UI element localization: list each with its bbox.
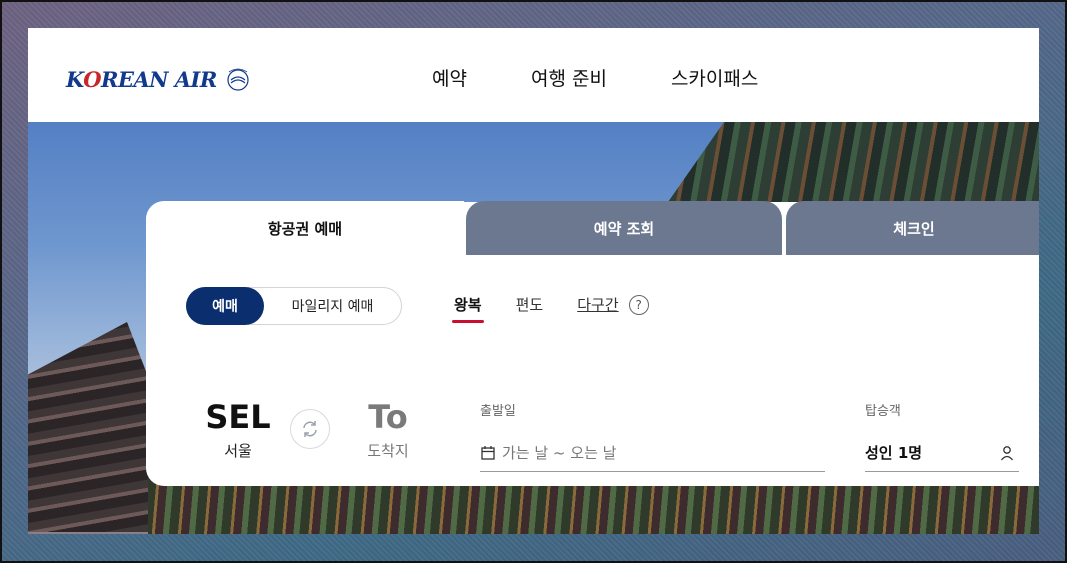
calendar-icon (481, 445, 495, 460)
tab-reservation-lookup[interactable]: 예약 조회 (466, 201, 782, 255)
origin-code: SEL (205, 398, 271, 436)
origin-city: 서울 (224, 442, 252, 460)
booking-widget: 항공권 예매 예약 조회 체크인 예매 마일리지 예매 왕복 편도 다구간 ? … (146, 201, 1039, 486)
trip-type-multi[interactable]: 다구간 (577, 294, 618, 315)
tab-book-flight[interactable]: 항공권 예매 (146, 201, 464, 255)
skyteam-icon (227, 68, 249, 91)
help-icon[interactable]: ? (628, 294, 649, 315)
trip-type-oneway[interactable]: 편도 (516, 294, 544, 315)
site-header: KOREAN AIR 예약 여행 준비 스카이패스 (28, 28, 1039, 122)
person-icon (1000, 445, 1014, 460)
booking-type-regular[interactable]: 예매 (186, 287, 264, 325)
passengers-label: 탑승객 (865, 404, 901, 419)
date-range-field[interactable]: 가는 날 ~ 오는 날 (480, 434, 825, 472)
korean-air-logo[interactable]: KOREAN AIR (66, 64, 253, 94)
destination-selector[interactable]: To 도착지 (360, 398, 416, 461)
nav-item-travel-prep[interactable]: 여행 준비 (531, 64, 607, 91)
trip-type-selector: 왕복 편도 다구간 ? (452, 294, 649, 323)
browser-page: KOREAN AIR 예약 여행 준비 스카이패스 항공권 예매 예약 조회 체… (28, 28, 1039, 534)
passengers-field[interactable]: 성인 1명 (865, 434, 1019, 472)
trip-type-round[interactable]: 왕복 (452, 294, 484, 323)
swap-icon (303, 421, 317, 437)
booking-type-toggle: 예매 마일리지 예매 (186, 287, 402, 325)
tab-checkin[interactable]: 체크인 (786, 201, 1039, 255)
passengers-value: 성인 1명 (865, 444, 923, 462)
destination-code: To (368, 398, 408, 436)
nav-item-skypass[interactable]: 스카이패스 (671, 64, 758, 91)
swap-airports-button[interactable] (290, 409, 330, 449)
departure-date-label: 출발일 (480, 404, 516, 419)
booking-type-mileage[interactable]: 마일리지 예매 (264, 296, 401, 316)
date-placeholder: 가는 날 ~ 오는 날 (502, 444, 617, 462)
logo-text: KOREAN AIR (66, 66, 217, 92)
nav-item-booking[interactable]: 예약 (432, 64, 467, 91)
destination-city: 도착지 (367, 442, 409, 460)
origin-selector[interactable]: SEL 서울 (200, 398, 276, 461)
main-nav: 예약 여행 준비 스카이패스 (432, 64, 822, 91)
